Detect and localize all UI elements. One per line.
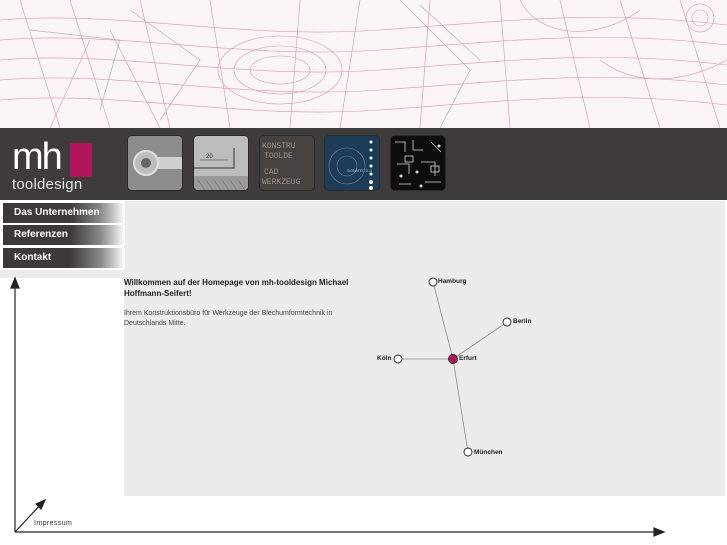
circuit-board-icon (391, 136, 445, 190)
konstruktion-text-icon: KONSTRU TOOLDE CAD WERKZEUG (260, 136, 314, 190)
svg-text:TOOLDE: TOOLDE (264, 152, 293, 161)
nav-item-das-unternehmen[interactable]: Das Unternehmen (3, 203, 125, 223)
svg-text:20: 20 (206, 154, 213, 160)
svg-text:KONSTRU: KONSTRU (262, 142, 296, 151)
drawing-thumbnail[interactable]: 20 (193, 135, 249, 191)
svg-text:SIGNATEC G-G: SIGNATEC G-G (347, 169, 372, 173)
logo-accent-square (70, 143, 92, 177)
konstruktion-thumbnail[interactable]: KONSTRU TOOLDE CAD WERKZEUG (259, 135, 315, 191)
svg-text:CAD: CAD (264, 168, 279, 177)
axes-decoration (10, 276, 666, 537)
page: mh tooldesign 20 KONSTRU TOOLDE CAD WERK… (0, 0, 727, 545)
circuit-thumbnail[interactable] (390, 135, 446, 191)
part-thumbnail[interactable] (127, 135, 183, 191)
signal-circuit-icon: SIGNATEC G-G (325, 136, 379, 190)
nav-item-referenzen[interactable]: Referenzen (3, 225, 125, 245)
svg-text:WERKZEUG: WERKZEUG (262, 178, 301, 187)
part-drawing-icon (128, 136, 182, 190)
nav-item-kontakt[interactable]: Kontakt (3, 248, 125, 268)
logo-mark: mh (12, 136, 63, 178)
cad-wireframe-graphic (0, 0, 727, 128)
impressum-link[interactable]: Impressum (34, 520, 72, 527)
signal-thumbnail[interactable]: SIGNATEC G-G (324, 135, 380, 191)
technical-drawing-icon: 20 (194, 136, 248, 190)
cad-banner-image (0, 0, 727, 128)
logo-wordmark: tooldesign (12, 176, 83, 193)
logo[interactable]: mh tooldesign (12, 136, 96, 194)
